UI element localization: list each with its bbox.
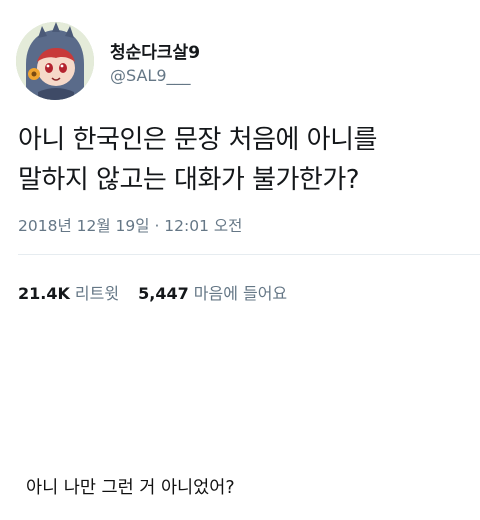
tweet-text: 아니 한국인은 문장 처음에 아니를 말하지 않고는 대화가 불가한가? [18,120,468,200]
caption-text: 아니 나만 그런 거 아니었어? [26,478,235,498]
tweet-timestamp[interactable]: 2018년 12월 19일 · 12:01 오전 [18,214,242,236]
retweets-label: 리트윗 [74,284,120,303]
retweets-stat[interactable]: 21.4K 리트윗 [18,280,119,304]
likes-stat[interactable]: 5,447 마음에 들어요 [138,280,287,304]
tweet-card: 청순다크살9 @SAL9___ 아니 한국인은 문장 처음에 아니를 말하지 않… [0,0,480,310]
user-handle[interactable]: @SAL9___ [110,66,191,85]
tweet-stats: 21.4K 리트윗 5,447 마음에 들어요 [18,280,287,304]
likes-label: 마음에 들어요 [193,284,288,303]
avatar-image [16,22,94,100]
divider [18,254,480,255]
tweet-text-line: 말하지 않고는 대화가 불가한가? [18,165,360,195]
likes-count: 5,447 [138,284,189,303]
avatar[interactable] [16,22,94,100]
tweet-text-line: 아니 한국인은 문장 처음에 아니를 [18,125,377,155]
display-name[interactable]: 청순다크살9 [110,38,200,63]
retweets-count: 21.4K [18,284,70,303]
